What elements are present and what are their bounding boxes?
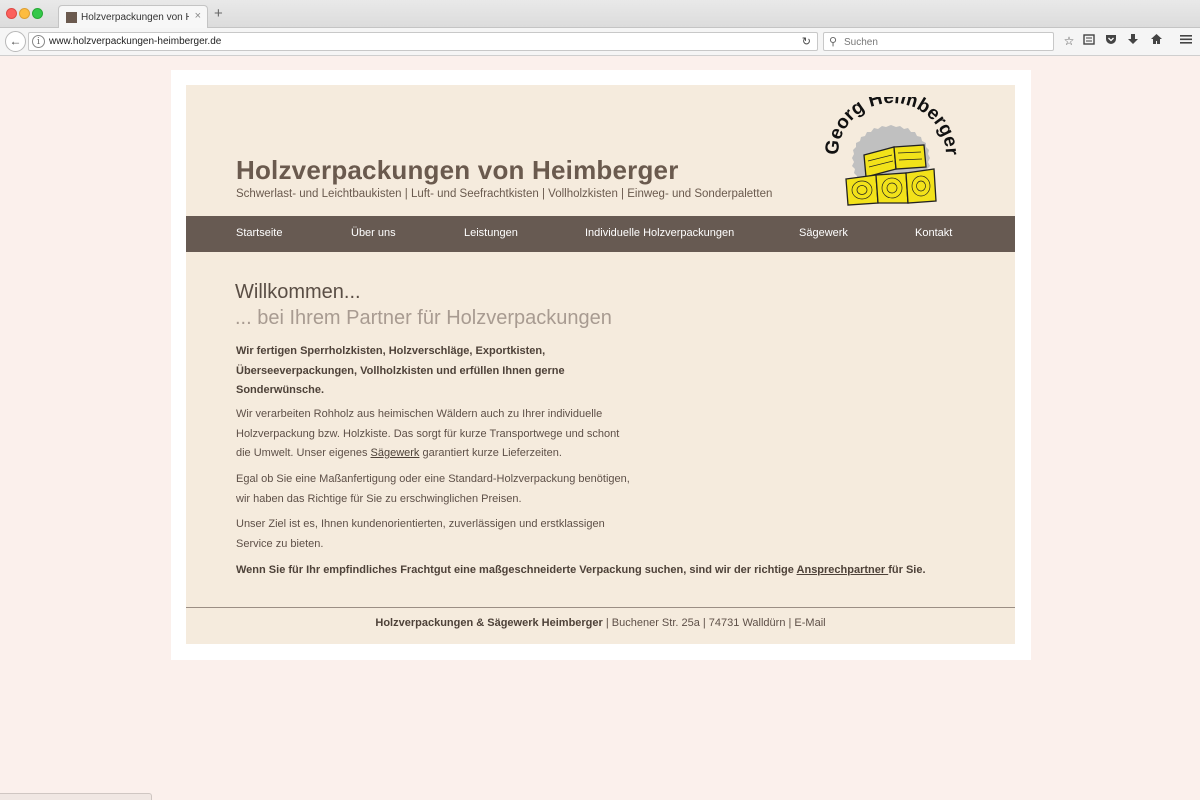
- site-title: Holzverpackungen von Heimberger: [236, 155, 679, 185]
- new-tab-button[interactable]: +: [214, 6, 223, 21]
- intro-paragraph: Wir fertigen Sperrholzkisten, Holzversch…: [236, 345, 565, 396]
- url-bar[interactable]: i www.holzverpackungen-heimberger.de ↻: [28, 32, 818, 51]
- nav-item-individuelle-holzverpackungen[interactable]: Individuelle Holzverpackungen: [585, 227, 734, 239]
- info-icon[interactable]: i: [32, 35, 45, 48]
- close-window-button[interactable]: [6, 8, 17, 19]
- tab-title: Holzverpackungen von Heimberger: [81, 12, 189, 23]
- pocket-icon[interactable]: [1103, 33, 1119, 49]
- page-frame: Holzverpackungen von Heimberger Schwerla…: [171, 70, 1031, 660]
- minimize-window-button[interactable]: [19, 8, 30, 19]
- zoom-window-button[interactable]: [32, 8, 43, 19]
- search-icon: ⚲: [829, 36, 838, 48]
- saegewerk-link[interactable]: Sägewerk: [371, 447, 420, 459]
- search-placeholder: Suchen: [844, 37, 878, 48]
- search-input[interactable]: ⚲ Suchen: [823, 32, 1054, 51]
- nav-item-saegewerk[interactable]: Sägewerk: [799, 227, 848, 239]
- status-bar: [0, 793, 152, 800]
- paragraph-rohholz: Wir verarbeiten Rohholz aus heimischen W…: [236, 408, 620, 459]
- georg-heimberger-logo[interactable]: Georg Heimberger: [816, 97, 966, 209]
- site-subtitle: Schwerlast- und Leichtbaukisten | Luft- …: [236, 188, 773, 200]
- nav-item-kontakt[interactable]: Kontakt: [915, 227, 952, 239]
- nav-item-leistungen[interactable]: Leistungen: [464, 227, 518, 239]
- site-container: Holzverpackungen von Heimberger Schwerla…: [186, 85, 1015, 644]
- browser-tab[interactable]: Holzverpackungen von Heimberger ×: [58, 5, 208, 28]
- footer-company: Holzverpackungen & Sägewerk Heimberger: [375, 617, 603, 629]
- nav-item-startseite[interactable]: Startseite: [236, 227, 282, 239]
- download-icon[interactable]: [1125, 33, 1141, 49]
- paragraph-massanfertigung: Egal ob Sie eine Maßanfertigung oder ein…: [236, 473, 630, 505]
- back-button[interactable]: ←: [5, 31, 26, 52]
- welcome-subheading: ... bei Ihrem Partner für Holzverpackung…: [235, 307, 612, 329]
- ansprechpartner-link[interactable]: Ansprechpartner: [797, 564, 889, 576]
- reload-icon[interactable]: ↻: [802, 35, 811, 48]
- welcome-heading: Willkommen...: [235, 281, 361, 303]
- home-icon[interactable]: [1148, 33, 1164, 49]
- footer: Holzverpackungen & Sägewerk Heimberger |…: [186, 617, 1015, 629]
- paragraph-service: Unser Ziel ist es, Ihnen kundenorientier…: [236, 518, 605, 550]
- star-icon[interactable]: ☆: [1061, 33, 1077, 49]
- reading-list-icon[interactable]: [1081, 33, 1097, 49]
- url-text[interactable]: www.holzverpackungen-heimberger.de: [49, 36, 221, 47]
- browser-tab-bar: Holzverpackungen von Heimberger × +: [0, 0, 1200, 28]
- menu-icon[interactable]: [1178, 33, 1194, 49]
- browser-toolbar: ← i www.holzverpackungen-heimberger.de ↻…: [0, 28, 1200, 56]
- footer-divider: [186, 607, 1015, 608]
- footer-address[interactable]: | Buchener Str. 25a | 74731 Walldürn | E…: [603, 617, 826, 629]
- nav-item-ueber-uns[interactable]: Über uns: [351, 227, 396, 239]
- paragraph-ansprechpartner: Wenn Sie für Ihr empfindliches Frachtgut…: [236, 564, 926, 576]
- tab-close-icon[interactable]: ×: [195, 10, 201, 22]
- main-navigation: Startseite Über uns Leistungen Individue…: [186, 216, 1015, 252]
- favicon-icon: [66, 12, 77, 23]
